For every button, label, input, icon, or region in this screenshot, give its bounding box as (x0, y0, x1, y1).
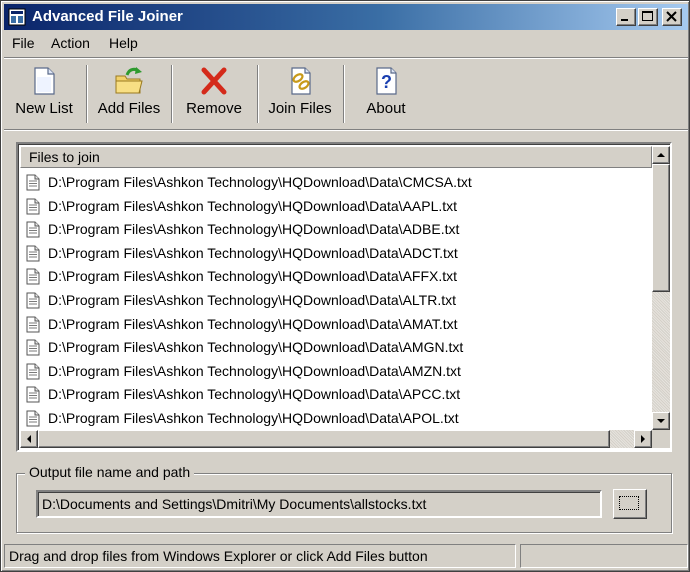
new-list-label: New List (15, 100, 73, 117)
horizontal-scroll-thumb[interactable] (38, 430, 610, 448)
list-item[interactable]: D:\Program Files\Ashkon Technology\HQDow… (20, 336, 652, 360)
text-file-icon (26, 363, 40, 380)
file-path: D:\Program Files\Ashkon Technology\HQDow… (48, 291, 456, 308)
help-question-icon: ? (376, 67, 397, 95)
app-icon (8, 8, 26, 26)
scroll-right-button[interactable] (634, 430, 652, 448)
window-title: Advanced File Joiner (32, 8, 183, 25)
menu-help[interactable]: Help (109, 35, 138, 51)
scrollbar-corner (652, 430, 670, 448)
minimize-icon (621, 19, 628, 21)
text-file-icon (26, 245, 40, 262)
arrow-left-icon (27, 435, 31, 443)
menu-bar: File Action Help (4, 32, 688, 56)
toolbar-divider (4, 129, 688, 131)
toolbar-separator (343, 65, 345, 123)
column-header-files[interactable]: Files to join (20, 146, 652, 168)
browse-button[interactable] (613, 489, 647, 519)
column-header-label: Files to join (29, 149, 100, 165)
file-path: D:\Program Files\Ashkon Technology\HQDow… (48, 244, 458, 261)
close-icon (666, 11, 677, 22)
status-bar: Drag and drop files from Windows Explore… (4, 544, 516, 568)
menu-file[interactable]: File (12, 35, 35, 51)
new-document-icon (34, 67, 55, 95)
horizontal-scrollbar[interactable] (20, 430, 652, 448)
scroll-down-button[interactable] (652, 412, 670, 430)
list-item[interactable]: D:\Program Files\Ashkon Technology\HQDow… (20, 195, 652, 219)
join-files-button[interactable]: Join Files (264, 63, 336, 125)
list-item[interactable]: D:\Program Files\Ashkon Technology\HQDow… (20, 360, 652, 384)
toolbar-separator (171, 65, 173, 123)
arrow-up-icon (657, 153, 665, 157)
text-file-icon (26, 174, 40, 191)
svg-text:?: ? (381, 72, 392, 92)
text-file-icon (26, 386, 40, 403)
file-rows: D:\Program Files\Ashkon Technology\HQDow… (20, 171, 652, 431)
file-path: D:\Program Files\Ashkon Technology\HQDow… (48, 362, 461, 379)
output-path-value: D:\Documents and Settings\Dmitri\My Docu… (42, 496, 427, 512)
toolbar-separator (257, 65, 259, 123)
text-file-icon (26, 292, 40, 309)
minimize-button[interactable] (616, 8, 636, 26)
arrow-right-icon (641, 435, 645, 443)
join-files-label: Join Files (268, 100, 332, 117)
remove-label: Remove (186, 100, 242, 117)
output-group-label: Output file name and path (25, 464, 195, 480)
join-files-icon (291, 67, 311, 95)
close-button[interactable] (662, 8, 682, 26)
list-item[interactable]: D:\Program Files\Ashkon Technology\HQDow… (20, 242, 652, 266)
maximize-icon (642, 11, 653, 21)
file-path: D:\Program Files\Ashkon Technology\HQDow… (48, 409, 459, 426)
browse-ellipsis-icon (619, 496, 639, 510)
text-file-icon (26, 410, 40, 427)
text-file-icon (26, 221, 40, 238)
vertical-scroll-thumb[interactable] (652, 164, 670, 292)
status-message: Drag and drop files from Windows Explore… (9, 548, 428, 564)
add-folder-icon (115, 67, 143, 94)
title-bar[interactable]: Advanced File Joiner (4, 4, 688, 30)
scroll-up-button[interactable] (652, 146, 670, 164)
status-bar-panel (520, 544, 688, 568)
file-path: D:\Program Files\Ashkon Technology\HQDow… (48, 386, 461, 403)
file-path: D:\Program Files\Ashkon Technology\HQDow… (48, 174, 472, 190)
file-path: D:\Program Files\Ashkon Technology\HQDow… (48, 221, 460, 238)
list-item[interactable]: D:\Program Files\Ashkon Technology\HQDow… (20, 407, 652, 431)
add-files-label: Add Files (97, 100, 161, 117)
maximize-button[interactable] (638, 8, 658, 26)
file-path: D:\Program Files\Ashkon Technology\HQDow… (48, 268, 458, 285)
files-list-view[interactable]: Files to join D:\Program Files\Ashkon Te… (16, 142, 672, 452)
about-button[interactable]: ? About (351, 63, 421, 125)
file-path: D:\Program Files\Ashkon Technology\HQDow… (48, 197, 458, 214)
text-file-icon (26, 268, 40, 285)
remove-x-icon (201, 67, 227, 95)
toolbar-separator (86, 65, 88, 123)
text-file-icon (26, 198, 40, 215)
add-files-button[interactable]: Add Files (93, 63, 165, 125)
app-window: Advanced File Joiner File Action Help Ne… (0, 0, 690, 572)
new-list-button[interactable]: New List (9, 63, 79, 125)
text-file-icon (26, 316, 40, 333)
vertical-scrollbar[interactable] (652, 146, 670, 430)
remove-button[interactable]: Remove (179, 63, 249, 125)
text-file-icon (26, 339, 40, 356)
list-item[interactable]: D:\Program Files\Ashkon Technology\HQDow… (20, 289, 652, 313)
output-path-field[interactable]: D:\Documents and Settings\Dmitri\My Docu… (36, 490, 602, 518)
list-item[interactable]: D:\Program Files\Ashkon Technology\HQDow… (20, 265, 652, 289)
file-path: D:\Program Files\Ashkon Technology\HQDow… (48, 315, 458, 332)
menu-divider (4, 57, 688, 59)
file-path: D:\Program Files\Ashkon Technology\HQDow… (48, 339, 464, 356)
about-label: About (366, 100, 406, 117)
scroll-left-button[interactable] (20, 430, 38, 448)
list-item[interactable]: D:\Program Files\Ashkon Technology\HQDow… (20, 218, 652, 242)
list-item[interactable]: D:\Program Files\Ashkon Technology\HQDow… (20, 383, 652, 407)
menu-action[interactable]: Action (51, 35, 90, 51)
arrow-down-icon (657, 419, 665, 423)
list-item[interactable]: D:\Program Files\Ashkon Technology\HQDow… (20, 313, 652, 337)
list-item[interactable]: D:\Program Files\Ashkon Technology\HQDow… (20, 171, 652, 195)
